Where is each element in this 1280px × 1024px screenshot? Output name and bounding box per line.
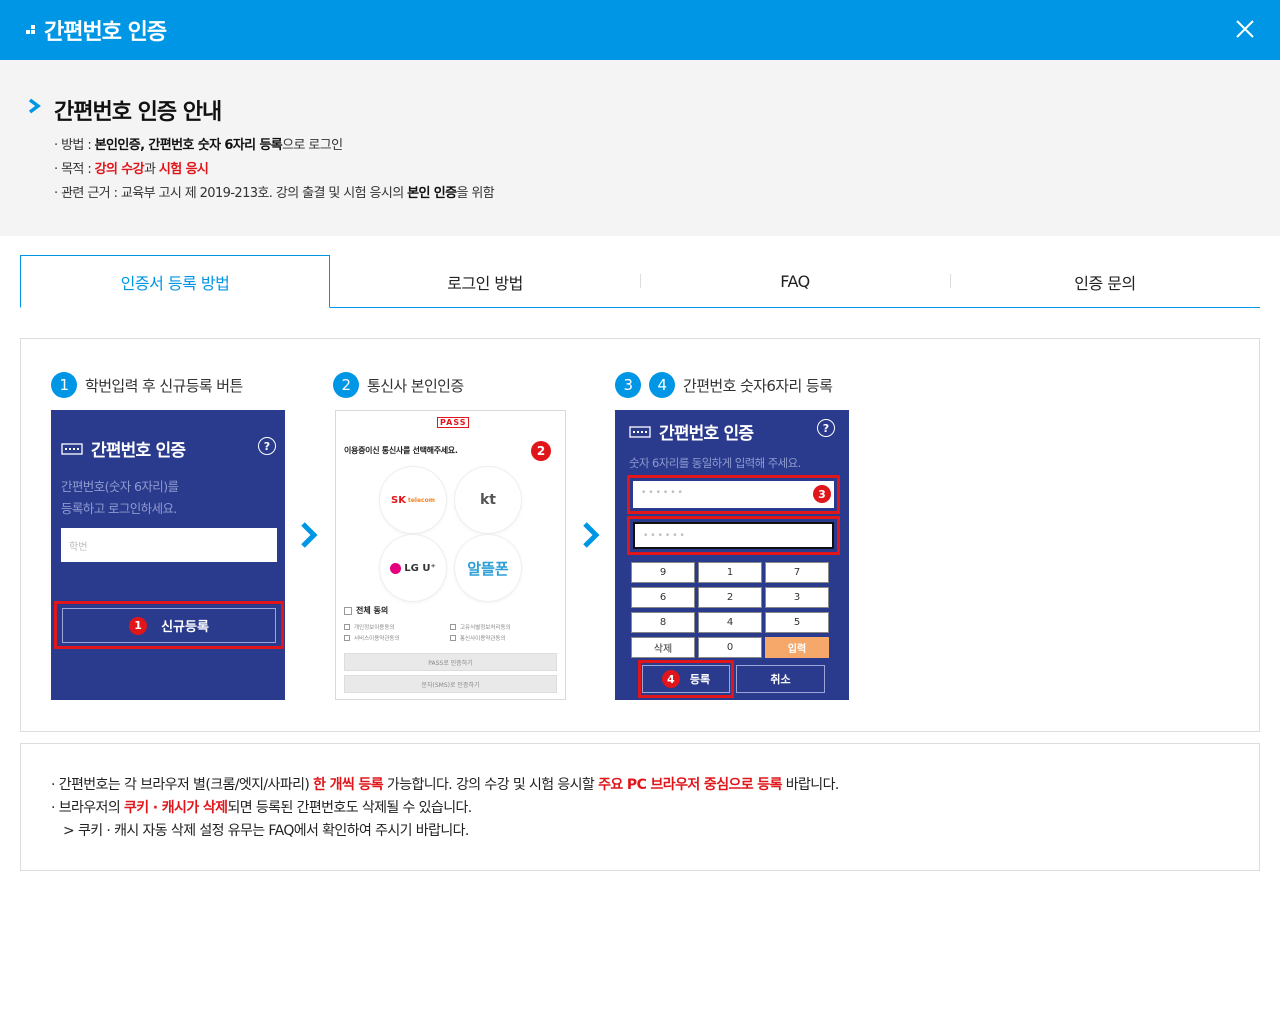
number-keypad: 9 1 7 6 2 3 8 4 5 삭제 0 입력 bbox=[631, 562, 833, 658]
panel3-desc: 숫자 6자리를 동일하게 입력해 주세요. bbox=[629, 456, 801, 470]
key: 8 bbox=[631, 612, 695, 633]
step2-label: 2 통신사 본인인증 bbox=[333, 372, 464, 398]
chevron-right-icon bbox=[28, 98, 41, 114]
key: 1 bbox=[698, 562, 762, 583]
key: 6 bbox=[631, 587, 695, 608]
step-badge: 2 bbox=[531, 441, 551, 461]
term-item: 통신사이용약관동의 bbox=[450, 634, 506, 642]
carrier-lgu: LG U⁺ bbox=[380, 535, 446, 601]
key: 0 bbox=[698, 637, 762, 658]
note-line-1: · 간편번호는 각 브라우저 별(크롬/엣지/사파리) 한 개씩 등록 가능합니… bbox=[51, 777, 839, 793]
key-enter: 입력 bbox=[765, 637, 829, 658]
step-badge: 1 bbox=[129, 616, 148, 635]
key: 7 bbox=[765, 562, 829, 583]
tab-login-method[interactable]: 로그인 방법 bbox=[330, 255, 640, 308]
key: 9 bbox=[631, 562, 695, 583]
pin-field-1: •••••• bbox=[633, 481, 834, 508]
intro-method: · 방법 : 본인인증, 간편번호 숫자 6자리 등록으로 로그인 bbox=[54, 138, 343, 153]
pass-logo: PASS bbox=[437, 417, 470, 428]
highlight-box: •••••• bbox=[627, 516, 840, 555]
step1-label: 1 학번입력 후 신규등록 버튼 bbox=[51, 372, 243, 398]
cancel-button: 취소 bbox=[736, 665, 825, 693]
student-id-field: 학번 bbox=[61, 528, 277, 562]
tab-inquiry[interactable]: 인증 문의 bbox=[950, 255, 1260, 308]
term-item: 서비스이용약관동의 bbox=[344, 634, 400, 642]
step34-label: 3 4 간편번호 숫자6자리 등록 bbox=[615, 372, 833, 398]
key: 4 bbox=[698, 612, 762, 633]
highlight-box: •••••• 3 bbox=[627, 475, 840, 514]
screenshot-step2: PASS 이용중이신 통신사를 선택해주세요. 2 SK telecom kt L… bbox=[335, 410, 566, 700]
intro-purpose: · 목적 : 강의 수강과 시험 응시 bbox=[54, 162, 209, 177]
step-number: 4 bbox=[649, 372, 675, 398]
register-button: 4 등록 bbox=[642, 665, 730, 693]
step-badge: 3 bbox=[813, 485, 831, 503]
title-mark-icon bbox=[26, 24, 38, 36]
carrier-mvno: 알뜰폰 bbox=[455, 535, 521, 601]
note-line-2: · 브라우저의 쿠키 · 캐시가 삭제되면 등록된 간편번호도 삭제될 수 있습… bbox=[51, 800, 472, 816]
highlight-box: 1 신규등록 bbox=[54, 601, 284, 649]
screenshot-step1: 간편번호 인증 ? 간편번호(숫자 6자리)를 등록하고 로그인하세요. 학번 1… bbox=[51, 410, 285, 700]
step-number: 1 bbox=[51, 372, 77, 398]
tab-faq[interactable]: FAQ bbox=[640, 255, 950, 308]
step34-text: 간편번호 숫자6자리 등록 bbox=[683, 376, 833, 395]
step-number: 3 bbox=[615, 372, 641, 398]
carrier-kt: kt bbox=[455, 467, 521, 533]
steps-box: 1 학번입력 후 신규등록 버튼 2 통신사 본인인증 3 4 간편번호 숫자6… bbox=[20, 338, 1260, 732]
key-delete: 삭제 bbox=[631, 637, 695, 658]
help-icon: ? bbox=[258, 437, 276, 455]
step1-text: 학번입력 후 신규등록 버튼 bbox=[85, 376, 243, 395]
step-badge: 4 bbox=[661, 670, 680, 688]
note-line-3: > 쿠키 · 캐시 자동 삭제 설정 유무는 FAQ에서 확인하여 주시기 바랍… bbox=[63, 823, 469, 839]
agree-all: 전체 동의 bbox=[344, 605, 388, 616]
intro-list: · 방법 : 본인인증, 간편번호 숫자 6자리 등록으로 로그인 · 목적 :… bbox=[54, 136, 495, 208]
header-bar: 간편번호 인증 bbox=[0, 0, 1280, 60]
pin-field-2: •••••• bbox=[633, 522, 834, 549]
intro-basis: · 관련 근거 : 교육부 고시 제 2019-213호. 강의 출결 및 시험… bbox=[54, 186, 495, 201]
dialog-title: 간편번호 인증 bbox=[44, 20, 167, 45]
tab-cert-registration[interactable]: 인증서 등록 방법 bbox=[20, 255, 330, 308]
key: 5 bbox=[765, 612, 829, 633]
tab-bar: 인증서 등록 방법 로그인 방법 FAQ 인증 문의 bbox=[20, 255, 1260, 308]
step2-text: 통신사 본인인증 bbox=[367, 376, 464, 395]
key: 3 bbox=[765, 587, 829, 608]
key: 2 bbox=[698, 587, 762, 608]
intro-section: 간편번호 인증 안내 · 방법 : 본인인증, 간편번호 숫자 6자리 등록으로… bbox=[0, 60, 1280, 236]
new-register-button: 1 신규등록 bbox=[62, 608, 276, 643]
screenshot-step34: 간편번호 인증 ? 숫자 6자리를 동일하게 입력해 주세요. •••••• 3… bbox=[615, 410, 849, 700]
panel1-title: 간편번호 인증 bbox=[61, 436, 186, 461]
step-number: 2 bbox=[333, 372, 359, 398]
help-icon: ? bbox=[817, 419, 835, 437]
carrier-sk: SK telecom bbox=[380, 467, 446, 533]
arrow-right-icon bbox=[301, 522, 318, 548]
notes-box: · 간편번호는 각 브라우저 별(크롬/엣지/사파리) 한 개씩 등록 가능합니… bbox=[20, 743, 1260, 871]
panel3-title: 간편번호 인증 bbox=[629, 419, 754, 444]
keypad-icon bbox=[629, 425, 651, 438]
highlight-box: 4 등록 bbox=[638, 660, 734, 698]
carrier-prompt: 이용중이신 통신사를 선택해주세요. bbox=[344, 446, 458, 455]
keypad-icon bbox=[61, 442, 83, 455]
term-item: 고유식별정보처리동의 bbox=[450, 623, 511, 631]
close-icon[interactable] bbox=[1234, 18, 1256, 40]
arrow-right-icon bbox=[583, 522, 600, 548]
term-item: 개인정보이용동의 bbox=[344, 623, 394, 631]
pass-auth-button: PASS로 인증하기 bbox=[344, 653, 557, 671]
panel1-desc: 간편번호(숫자 6자리)를 등록하고 로그인하세요. bbox=[61, 479, 179, 516]
sms-auth-button: 문자(SMS)로 인증하기 bbox=[344, 675, 557, 693]
intro-title: 간편번호 인증 안내 bbox=[54, 100, 222, 125]
